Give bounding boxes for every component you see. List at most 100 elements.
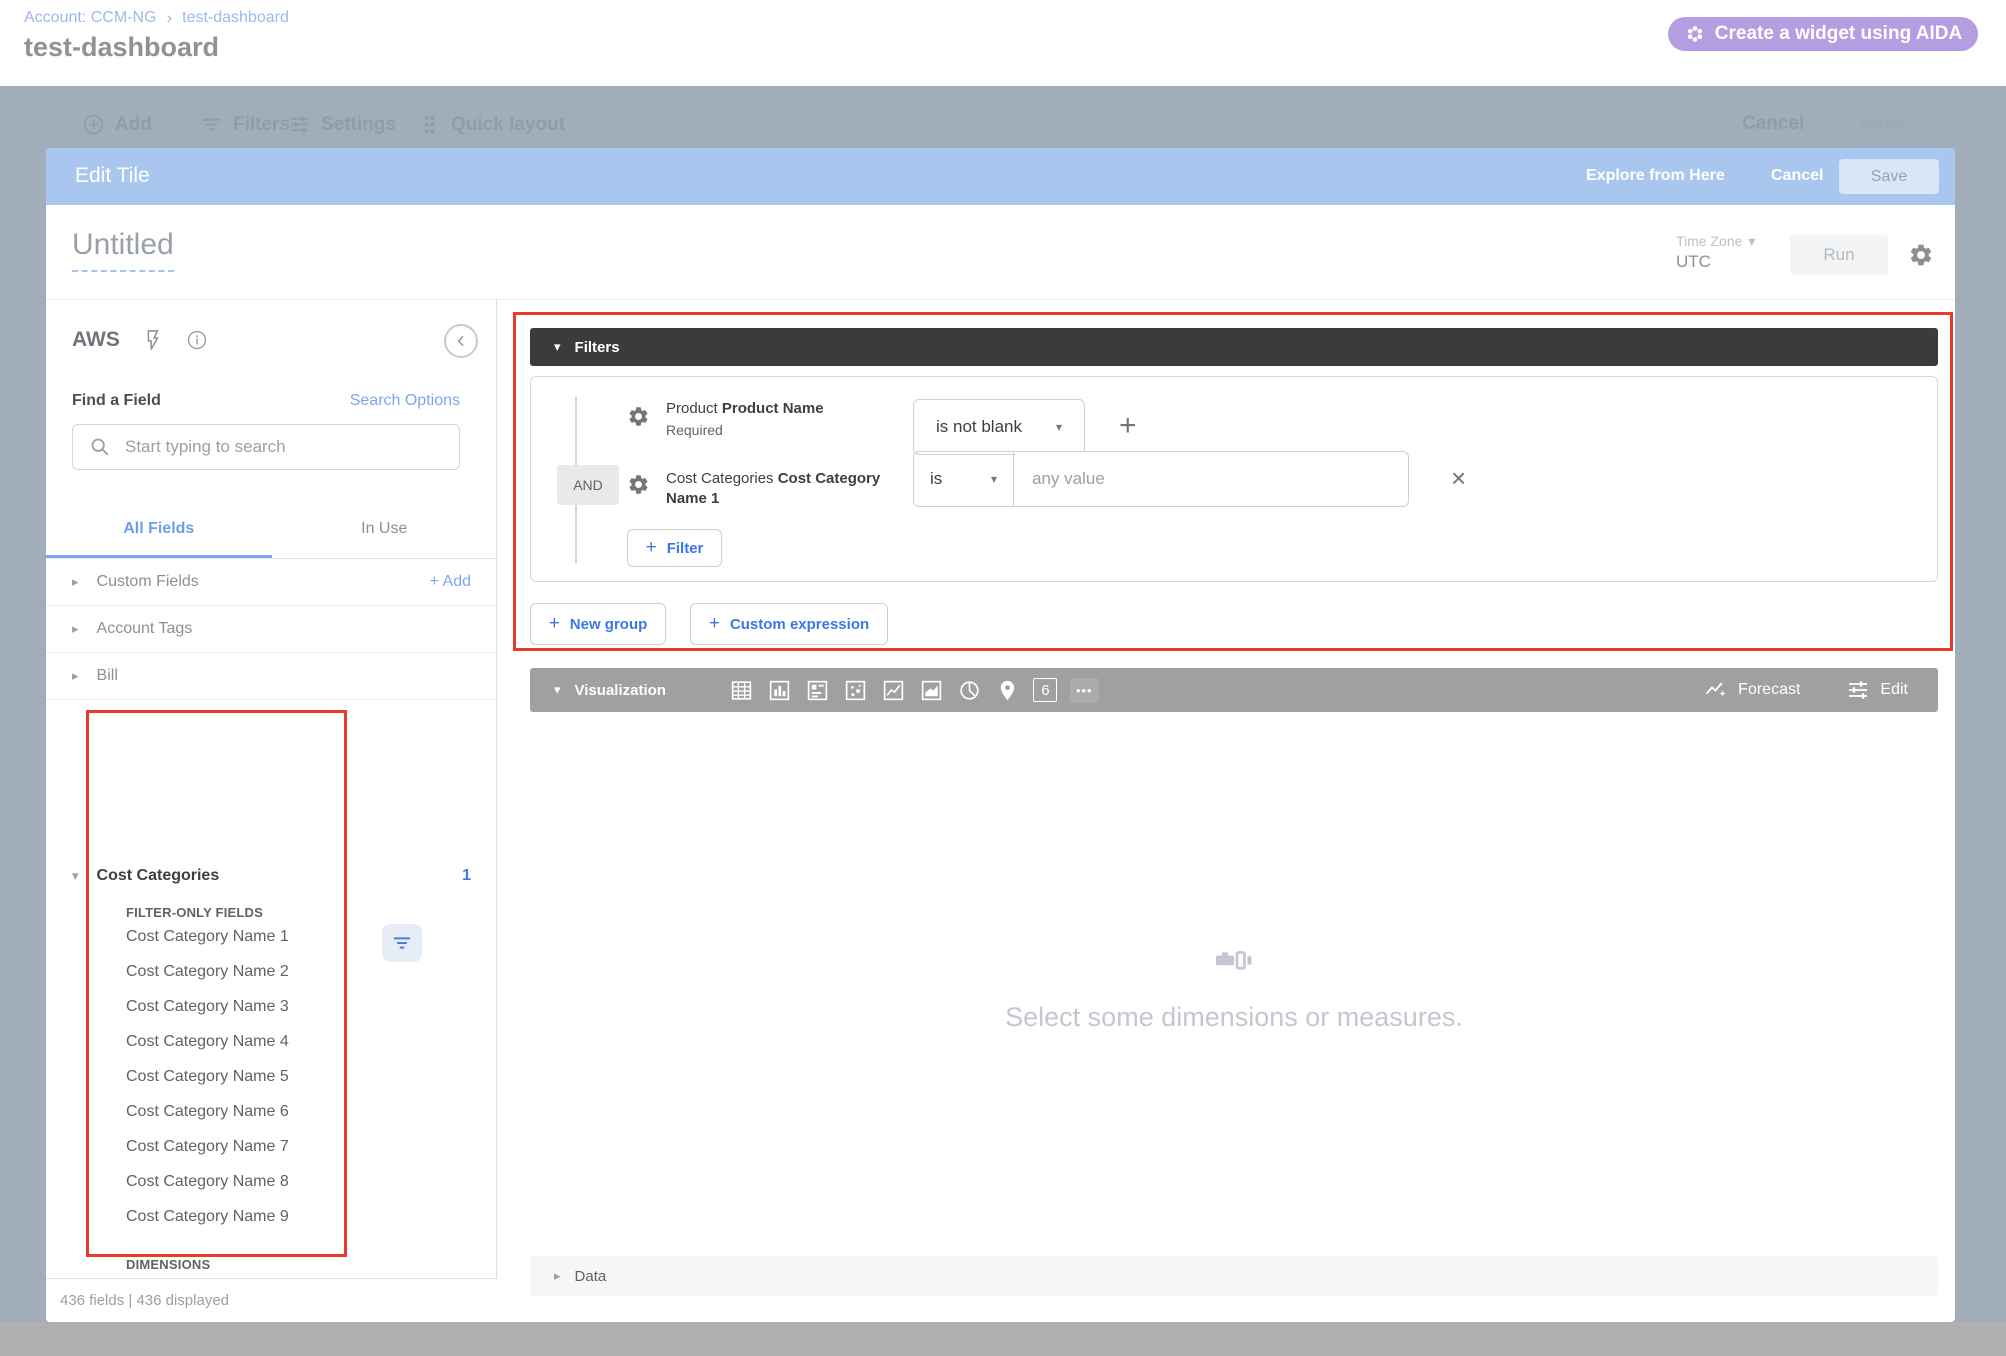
active-filter-icon[interactable] [382,924,422,962]
filter-field-prefix: Product [666,400,722,417]
remove-filter-button[interactable]: × [1451,463,1466,494]
tile-settings-gear-icon[interactable] [1908,242,1934,268]
viz-map-icon[interactable] [994,677,1021,704]
viz-area-chart-icon[interactable] [918,677,945,704]
sidebar-section-custom-fields[interactable]: ▸ Custom Fields + Add [46,559,497,606]
field-cost-category-2[interactable]: Cost Category Name 2 [126,963,289,981]
caret-down-icon: ▾ [554,339,561,355]
filter-operator-dropdown[interactable]: is not blank ▾ [913,399,1085,455]
filters-section-title: Filters [575,339,620,356]
explore-source-name: AWS [72,328,120,352]
create-widget-aida-button[interactable]: Create a widget using AIDA [1668,17,1978,51]
tile-title-row: Untitled Time Zone ▾ UTC Run [46,205,1955,300]
section-label: Account Tags [97,620,193,638]
viz-edit-button[interactable]: Edit [1846,678,1908,702]
viz-line-chart-icon[interactable] [880,677,907,704]
filter-field-label: Product Product Name Required [666,399,884,440]
field-cost-category-4[interactable]: Cost Category Name 4 [126,1033,289,1051]
explore-from-here-button[interactable]: Explore from Here [1586,167,1725,185]
tab-all-fields[interactable]: All Fields [46,504,272,558]
filter-row: Cost Categories Cost Category Name 1 [627,469,884,510]
info-icon[interactable] [186,329,208,351]
breadcrumb: Account: CCM-NG › test-dashboard [24,8,289,28]
modal-cancel-button[interactable]: Cancel [1771,167,1823,185]
time-zone-value: UTC [1676,252,1711,272]
add-filter-button[interactable]: + Filter [627,529,722,567]
flashlight-icon [1210,942,1258,978]
custom-expression-button[interactable]: + Custom expression [690,603,888,645]
viz-pie-chart-icon[interactable] [956,677,983,704]
filter-value-input[interactable] [1014,452,1408,506]
tile-name-input[interactable]: Untitled [72,228,174,272]
filter-operator-value: is not blank [936,417,1022,437]
viz-table-icon[interactable] [728,677,755,704]
run-button[interactable]: Run [1790,235,1888,275]
filters-section-header[interactable]: ▾ Filters [530,328,1938,366]
data-section-header[interactable]: ▸ Data [530,1256,1938,1296]
filter-field-prefix: Cost Categories [666,470,778,487]
toolbar-filters-label: Filters [233,114,290,136]
sidebar-section-account-tags[interactable]: ▸ Account Tags [46,606,497,653]
gear-icon[interactable] [627,405,650,428]
visualization-empty-state: Select some dimensions or measures. [530,712,1938,1262]
filter-operator-dropdown[interactable]: is ▾ [914,452,1014,506]
visualization-title: Visualization [575,682,666,699]
modal-save-button[interactable]: Save [1839,159,1939,194]
search-options-link[interactable]: Search Options [350,392,460,410]
field-cost-category-8[interactable]: Cost Category Name 8 [126,1173,289,1191]
toolbar-save-label: Save [1860,113,1904,135]
breadcrumb-current[interactable]: test-dashboard [182,9,289,27]
caret-right-icon: ▸ [72,668,79,684]
field-cost-category-7[interactable]: Cost Category Name 7 [126,1138,289,1156]
sidebar-section-bill[interactable]: ▸ Bill [46,653,497,700]
forecast-button[interactable]: Forecast [1704,678,1800,702]
chevron-down-icon: ▾ [1748,233,1755,250]
viz-single-value-icon[interactable]: 6 [1032,677,1059,704]
sidebar-section-cost-categories[interactable]: ▾ Cost Categories 1 [46,855,497,897]
breadcrumb-account-link[interactable]: Account: CCM-NG [24,9,156,27]
filter-condition-control: is ▾ [913,451,1409,507]
add-filter-label: Filter [667,540,704,557]
modal-title: Edit Tile [75,164,150,188]
viz-bar-chart-icon[interactable] [804,677,831,704]
toolbar-settings-button: Settings [288,113,396,136]
filter-field-label: Cost Categories Cost Category Name 1 [666,469,884,510]
field-cost-category-5[interactable]: Cost Category Name 5 [126,1068,289,1086]
toolbar-cancel-button: Cancel [1742,113,1804,135]
tab-in-use[interactable]: In Use [272,504,498,558]
time-zone-label: Time Zone [1676,233,1742,250]
filter-group: Product Product Name Required is not bla… [530,376,1938,582]
field-cost-category-6[interactable]: Cost Category Name 6 [126,1103,289,1121]
field-cost-category-9[interactable]: Cost Category Name 9 [126,1208,289,1226]
new-group-button[interactable]: + New group [530,603,666,645]
filter-icon [391,932,413,954]
add-filter-value-button[interactable]: + [1119,409,1137,443]
filter-required-label: Required [666,421,884,440]
plus-icon: + [646,537,657,559]
viz-column-chart-icon[interactable] [766,677,793,704]
field-cost-category-1[interactable]: Cost Category Name 1 [126,928,289,946]
logic-operator-chip[interactable]: AND [557,465,619,505]
modal-header: Edit Tile Explore from Here Cancel Save [46,148,1955,205]
dimensions-header: DIMENSIONS [126,1257,210,1272]
caret-right-icon: ▸ [554,1268,561,1284]
chevron-left-icon [451,331,471,351]
toolbar-add-button: Add [82,113,152,136]
add-custom-field-link[interactable]: + Add [430,573,471,591]
caret-down-icon[interactable]: ▾ [554,682,561,698]
field-search-input[interactable] [125,437,425,457]
collapse-sidebar-button[interactable] [444,324,478,358]
section-label: Bill [97,667,118,685]
new-group-label: New group [570,616,648,633]
viz-scatter-icon[interactable] [842,677,869,704]
caret-right-icon: ▸ [72,574,79,590]
breadcrumb-separator-icon: › [166,8,172,28]
time-zone-selector[interactable]: Time Zone ▾ [1676,233,1755,250]
field-search-box[interactable] [72,424,460,470]
viz-more-icon[interactable]: ••• [1070,678,1099,703]
filter-field-name: Product Name [722,400,824,417]
gear-icon[interactable] [627,473,650,496]
field-cost-category-3[interactable]: Cost Category Name 3 [126,998,289,1016]
caret-right-icon: ▸ [72,621,79,637]
caret-down-icon: ▾ [72,868,79,884]
